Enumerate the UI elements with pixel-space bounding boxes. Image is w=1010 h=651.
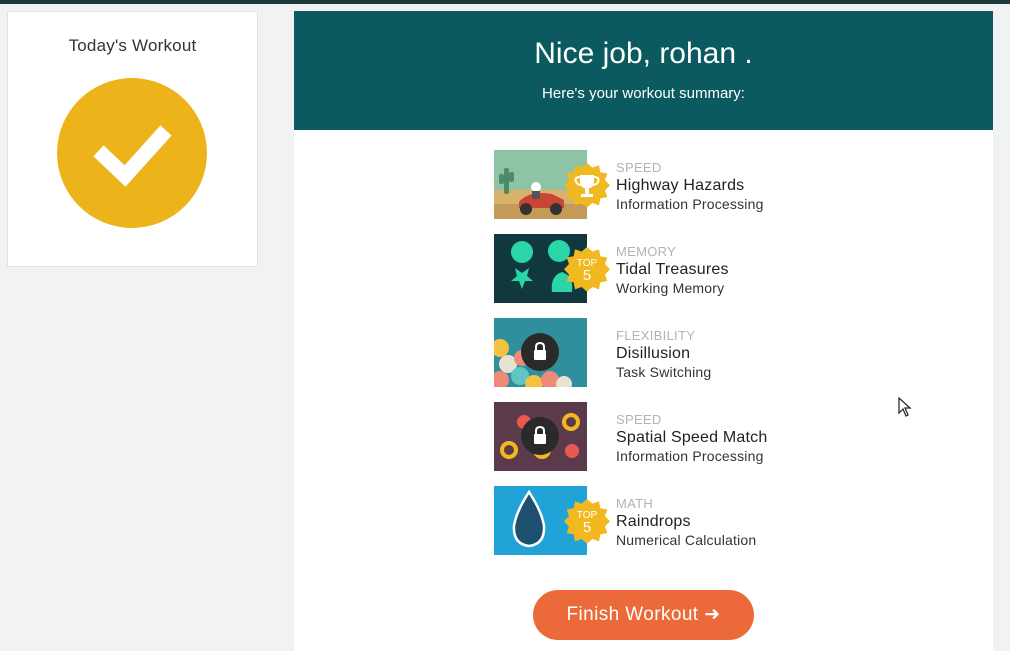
top-bar: [0, 0, 1010, 4]
lock-icon: [521, 417, 559, 455]
summary-header: Nice job, rohan . Here's your workout su…: [294, 11, 993, 130]
badge-number: 5: [583, 267, 591, 284]
game-category: MATH: [616, 496, 654, 511]
game-category: FLEXIBILITY: [616, 328, 696, 343]
game-row-tidal-treasures[interactable]: TOP 5 MEMORY Tidal Treasures Working Mem…: [494, 234, 834, 304]
top5-badge-icon: TOP 5: [562, 244, 612, 294]
finish-workout-button[interactable]: Finish Workout ➜: [533, 590, 754, 640]
page-title: Nice job, rohan .: [534, 37, 753, 70]
game-skill: Task Switching: [616, 364, 712, 380]
game-name: Spatial Speed Match: [616, 429, 768, 446]
game-skill: Information Processing: [616, 448, 764, 464]
todays-workout-card: Today's Workout: [7, 11, 258, 267]
game-category: SPEED: [616, 412, 662, 427]
top5-badge-icon: TOP 5: [562, 496, 612, 546]
mouse-cursor-icon: [898, 396, 914, 424]
game-skill: Information Processing: [616, 196, 764, 212]
game-name: Highway Hazards: [616, 177, 745, 194]
game-skill: Numerical Calculation: [616, 532, 757, 548]
disillusion-thumbnail: [494, 318, 587, 387]
check-icon: [57, 78, 207, 228]
game-category: SPEED: [616, 160, 662, 175]
game-category: MEMORY: [616, 244, 677, 259]
todays-workout-title: Today's Workout: [68, 36, 197, 55]
trophy-badge-icon: [562, 160, 612, 210]
game-name: Tidal Treasures: [616, 261, 729, 278]
workout-summary-card: Nice job, rohan . Here's your workout su…: [294, 11, 993, 651]
game-row-raindrops[interactable]: TOP 5 MATH Raindrops Numerical Calculati…: [494, 486, 834, 556]
spatial-speed-match-thumbnail: [494, 402, 587, 471]
game-row-spatial-speed-match[interactable]: SPEED Spatial Speed Match Information Pr…: [494, 402, 834, 472]
badge-number: 5: [583, 519, 591, 536]
game-row-disillusion[interactable]: FLEXIBILITY Disillusion Task Switching: [494, 318, 834, 388]
game-skill: Working Memory: [616, 280, 725, 296]
page-subtitle: Here's your workout summary:: [542, 85, 745, 102]
game-name: Disillusion: [616, 345, 691, 362]
game-row-highway-hazards[interactable]: SPEED Highway Hazards Information Proces…: [494, 150, 834, 220]
game-name: Raindrops: [616, 513, 691, 530]
lock-icon: [521, 333, 559, 371]
